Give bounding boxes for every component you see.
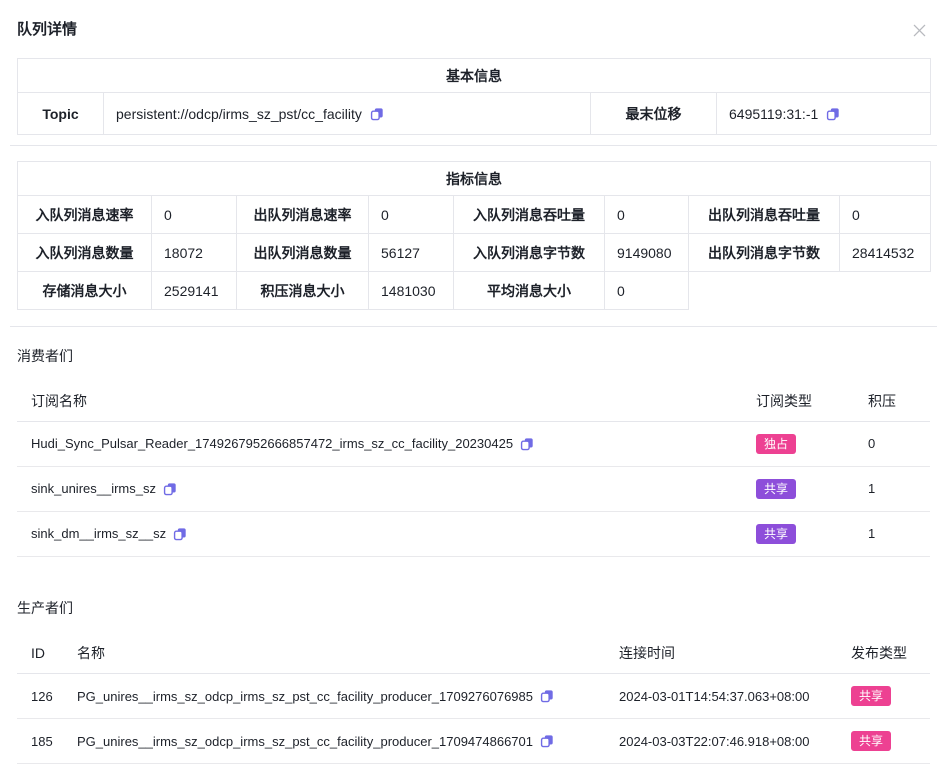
subscription-name: Hudi_Sync_Pulsar_Reader_1749267952666857… <box>31 436 513 451</box>
metrics-table: 指标信息 入队列消息速率 0 出队列消息速率 0 入队列消息吞吐量 0 出队列消… <box>17 161 931 310</box>
last-offset-value-cell: 6495119:31:-1 <box>717 93 931 135</box>
producers-header-row: ID 名称 连接时间 发布类型 <box>17 634 930 674</box>
last-offset-label: 最末位移 <box>591 93 717 135</box>
metric-value: 18072 <box>152 234 237 272</box>
subscription-type-cell: 共享 <box>756 466 868 511</box>
subscription-name-cell: Hudi_Sync_Pulsar_Reader_1749267952666857… <box>17 421 756 466</box>
metric-value: 9149080 <box>605 234 689 272</box>
metric-value: 0 <box>605 196 689 234</box>
metric-label: 入队列消息数量 <box>18 234 152 272</box>
consumers-header-name: 订阅名称 <box>17 381 756 421</box>
basic-info-row: Topic persistent://odcp/irms_sz_pst/cc_f… <box>18 93 931 135</box>
copy-icon[interactable] <box>540 734 554 748</box>
modal-title: 队列详情 <box>17 21 77 39</box>
producer-name-cell: PG_unires__irms_sz_odcp_irms_sz_pst_cc_f… <box>77 719 619 764</box>
close-icon[interactable] <box>910 21 928 39</box>
publish-type-badge: 共享 <box>851 686 891 706</box>
metrics-caption: 指标信息 <box>18 162 931 196</box>
producer-name: PG_unires__irms_sz_odcp_irms_sz_pst_cc_f… <box>77 689 533 704</box>
metric-value: 0 <box>605 272 689 310</box>
producer-id: 126 <box>17 674 77 719</box>
metric-value: 28414532 <box>840 234 931 272</box>
basic-info-caption: 基本信息 <box>18 59 931 93</box>
backlog-value: 0 <box>868 421 930 466</box>
metric-value: 1481030 <box>369 272 454 310</box>
metric-value: 0 <box>840 196 931 234</box>
producer-id: 185 <box>17 719 77 764</box>
publish-type-cell: 共享 <box>851 674 930 719</box>
metric-label: 出队列消息字节数 <box>689 234 840 272</box>
copy-icon[interactable] <box>826 107 840 121</box>
producers-table: ID 名称 连接时间 发布类型 126 PG_unires__irms_sz_o… <box>17 634 930 765</box>
copy-icon[interactable] <box>520 437 534 451</box>
consumer-row: sink_dm__irms_sz__sz 共享 1 <box>17 511 930 556</box>
empty-cell <box>689 272 931 310</box>
metric-label: 积压消息大小 <box>237 272 369 310</box>
subscription-name: sink_unires__irms_sz <box>31 481 156 496</box>
basic-info-table: 基本信息 Topic persistent://odcp/irms_sz_pst… <box>17 58 931 135</box>
queue-detail-modal: 队列详情 基本信息 Topic persistent://odcp/irms_s… <box>0 0 947 779</box>
producers-header-publish-type: 发布类型 <box>851 634 930 674</box>
metric-label: 出队列消息速率 <box>237 196 369 234</box>
metric-label: 平均消息大小 <box>454 272 605 310</box>
consumer-row: sink_unires__irms_sz 共享 1 <box>17 466 930 511</box>
metric-label: 存储消息大小 <box>18 272 152 310</box>
producers-header-connect-time: 连接时间 <box>619 634 851 674</box>
metric-value: 0 <box>152 196 237 234</box>
consumers-header-backlog: 积压 <box>868 381 930 421</box>
metric-value: 0 <box>369 196 454 234</box>
subscription-name-cell: sink_dm__irms_sz__sz <box>17 511 756 556</box>
producer-connect-time: 2024-03-03T22:07:46.918+08:00 <box>619 719 851 764</box>
consumers-section-title: 消费者们 <box>17 347 930 366</box>
producers-header-id: ID <box>17 634 77 674</box>
producer-connect-time: 2024-03-01T14:54:37.063+08:00 <box>619 674 851 719</box>
consumers-header-type: 订阅类型 <box>756 381 868 421</box>
metrics-row: 入队列消息数量 18072 出队列消息数量 56127 入队列消息字节数 914… <box>18 234 931 272</box>
metric-label: 入队列消息速率 <box>18 196 152 234</box>
section-divider <box>10 326 937 327</box>
copy-icon[interactable] <box>540 689 554 703</box>
topic-label: Topic <box>18 93 104 135</box>
topic-value-cell: persistent://odcp/irms_sz_pst/cc_facilit… <box>104 93 591 135</box>
producer-row: 126 PG_unires__irms_sz_odcp_irms_sz_pst_… <box>17 674 930 719</box>
copy-icon[interactable] <box>173 527 187 541</box>
copy-icon[interactable] <box>370 107 384 121</box>
metric-value: 56127 <box>369 234 454 272</box>
section-divider <box>10 145 937 146</box>
metrics-row: 存储消息大小 2529141 积压消息大小 1481030 平均消息大小 0 <box>18 272 931 310</box>
copy-icon[interactable] <box>163 482 177 496</box>
subscription-type-badge: 共享 <box>756 524 796 544</box>
consumer-row: Hudi_Sync_Pulsar_Reader_1749267952666857… <box>17 421 930 466</box>
subscription-type-cell: 共享 <box>756 511 868 556</box>
producers-header-name: 名称 <box>77 634 619 674</box>
subscription-type-badge: 共享 <box>756 479 796 499</box>
producer-name: PG_unires__irms_sz_odcp_irms_sz_pst_cc_f… <box>77 734 533 749</box>
backlog-value: 1 <box>868 466 930 511</box>
consumers-header-row: 订阅名称 订阅类型 积压 <box>17 381 930 421</box>
metrics-row: 入队列消息速率 0 出队列消息速率 0 入队列消息吞吐量 0 出队列消息吞吐量 … <box>18 196 931 234</box>
topic-value: persistent://odcp/irms_sz_pst/cc_facilit… <box>116 106 362 122</box>
consumers-table: 订阅名称 订阅类型 积压 Hudi_Sync_Pulsar_Reader_174… <box>17 381 930 557</box>
metric-label: 出队列消息数量 <box>237 234 369 272</box>
metric-label: 入队列消息字节数 <box>454 234 605 272</box>
backlog-value: 1 <box>868 511 930 556</box>
producer-row: 185 PG_unires__irms_sz_odcp_irms_sz_pst_… <box>17 719 930 764</box>
producer-name-cell: PG_unires__irms_sz_odcp_irms_sz_pst_cc_f… <box>77 674 619 719</box>
subscription-name-cell: sink_unires__irms_sz <box>17 466 756 511</box>
subscription-name: sink_dm__irms_sz__sz <box>31 526 166 541</box>
publish-type-badge: 共享 <box>851 731 891 751</box>
subscription-type-badge: 独占 <box>756 434 796 454</box>
publish-type-cell: 共享 <box>851 719 930 764</box>
metric-label: 出队列消息吞吐量 <box>689 196 840 234</box>
modal-header: 队列详情 <box>17 0 930 39</box>
subscription-type-cell: 独占 <box>756 421 868 466</box>
metric-value: 2529141 <box>152 272 237 310</box>
metric-label: 入队列消息吞吐量 <box>454 196 605 234</box>
producers-section-title: 生产者们 <box>17 599 930 618</box>
last-offset-value: 6495119:31:-1 <box>729 106 818 122</box>
